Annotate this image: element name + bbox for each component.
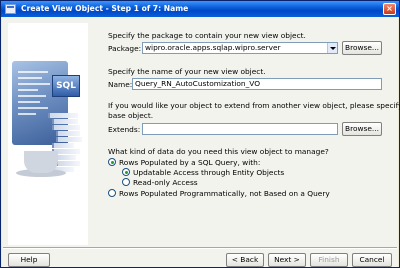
extends-label: Extends: <box>108 125 141 134</box>
cup-illustration <box>24 151 58 173</box>
package-label: Package: <box>108 44 142 53</box>
extends-prompt-line1: If you would like your object to extend … <box>108 101 400 110</box>
cancel-button[interactable]: Cancel <box>352 253 392 267</box>
create-view-object-dialog: Create View Object - Step 1 of 7: Name ×… <box>0 0 400 268</box>
name-input[interactable]: Query_RN_AutoCustomization_VO <box>132 78 382 90</box>
package-browse-button[interactable]: Browse... <box>342 41 382 55</box>
title-bar[interactable]: Create View Object - Step 1 of 7: Name × <box>1 1 399 17</box>
window-title: Create View Object - Step 1 of 7: Name <box>21 4 189 13</box>
sql-query-label: Rows Populated by a SQL Query, with: <box>119 158 261 167</box>
help-button[interactable]: Help <box>8 253 50 267</box>
package-value: wipro.oracle.apps.sqlap.wipro.server <box>145 43 281 52</box>
package-prompt: Specify the package to contain your new … <box>108 31 306 40</box>
programmatic-label: Rows Populated Programmatically, not Bas… <box>119 189 330 198</box>
close-icon[interactable]: × <box>383 3 396 15</box>
window-icon <box>5 4 16 14</box>
name-prompt: Specify the name of your new view object… <box>108 67 266 76</box>
programmatic-radio[interactable] <box>108 189 116 197</box>
read-only-label: Read-only Access <box>133 178 198 187</box>
name-label: Name: <box>108 80 133 89</box>
sql-icon: SQL <box>52 75 80 97</box>
extends-prompt-line2: base object. <box>108 111 154 120</box>
footer-divider <box>3 247 397 249</box>
next-button[interactable]: Next > <box>268 253 306 267</box>
chevron-down-icon[interactable] <box>327 43 337 53</box>
dialog-body: SQL Specify the package to contain your … <box>2 17 400 267</box>
extends-browse-button[interactable]: Browse... <box>342 122 382 136</box>
finish-button[interactable]: Finish <box>310 253 348 267</box>
package-combo[interactable]: wipro.oracle.apps.sqlap.wipro.server <box>142 42 338 54</box>
extends-input[interactable] <box>142 123 338 135</box>
read-only-radio[interactable] <box>122 178 130 186</box>
back-button[interactable]: < Back <box>226 253 264 267</box>
sql-query-radio[interactable] <box>108 158 116 166</box>
data-source-question: What kind of data do you need this view … <box>108 147 329 156</box>
wizard-illustration: SQL <box>8 23 88 245</box>
updatable-access-label: Updatable Access through Entity Objects <box>133 168 285 177</box>
updatable-access-radio[interactable] <box>122 168 130 176</box>
